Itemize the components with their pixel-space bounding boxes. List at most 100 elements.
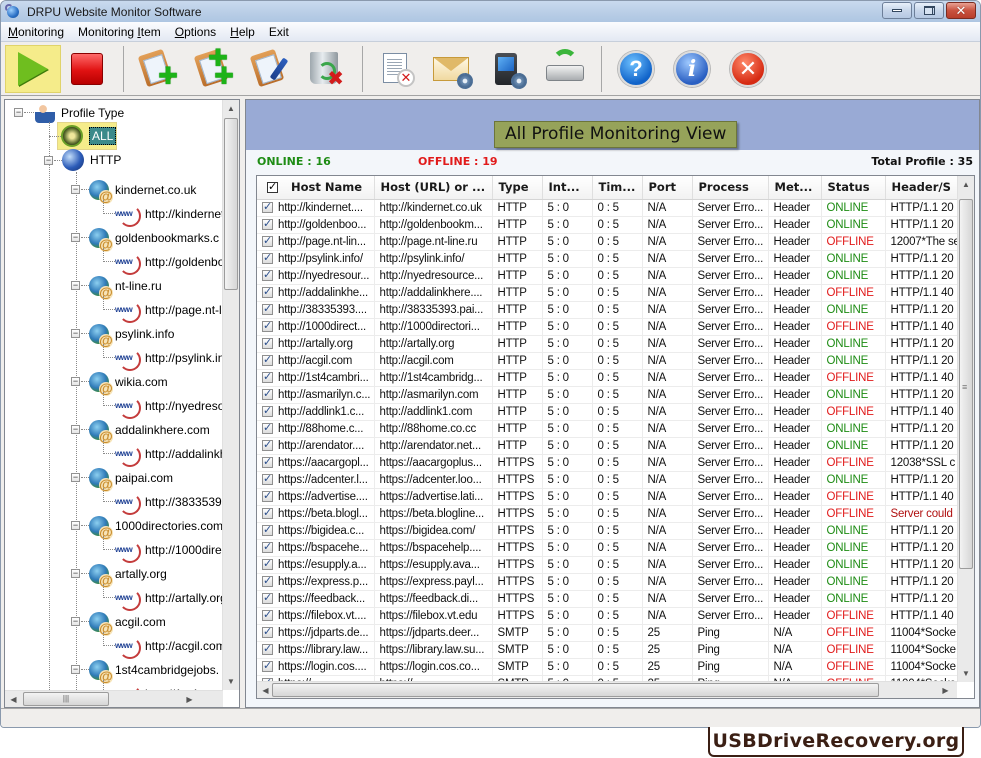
table-row[interactable]: https://bspacehe... https://bspacehelp...… (257, 539, 957, 557)
mobile-settings-button[interactable] (483, 45, 535, 93)
tree-node-url[interactable]: http://addalinkhere (115, 444, 223, 467)
scroll-up-icon[interactable]: ▲ (958, 176, 974, 193)
table-row[interactable]: https://adcenter.l... https://adcenter.lo… (257, 471, 957, 489)
table-row[interactable]: https://login.cos.... https://login.cos.c… (257, 658, 957, 676)
table-row[interactable]: https://feedback... https://feedback.di..… (257, 590, 957, 608)
column-header[interactable]: Host (URL) or ... (374, 176, 493, 200)
scroll-down-icon[interactable]: ▼ (958, 665, 974, 682)
table-row[interactable]: https://advertise.... https://advertise.l… (257, 488, 957, 506)
tree-node-url[interactable]: http://nyedresource (115, 396, 223, 419)
about-button[interactable]: i (666, 45, 718, 93)
minimize-button[interactable] (882, 2, 912, 19)
column-header[interactable]: Header/S (885, 176, 957, 200)
table-row[interactable]: http://asmarilyn.c... http://asmarilyn.co… (257, 386, 957, 404)
tree-node-host[interactable]: acgil.com (89, 612, 166, 636)
tree-node-host[interactable]: 1st4cambridgejobs. (89, 660, 219, 684)
menu-exit[interactable]: Exit (262, 25, 296, 39)
row-checkbox[interactable] (262, 251, 273, 264)
exit-button[interactable]: ✕ (722, 45, 774, 93)
table-row[interactable]: http://1st4cambri... http://1st4cambridg.… (257, 369, 957, 387)
scroll-thumb[interactable] (272, 683, 879, 697)
table-row[interactable]: https://library.law... https://library.la… (257, 641, 957, 659)
table-row[interactable]: http://addlink1.c... http://addlink1.com H… (257, 403, 957, 421)
table-row[interactable]: http://88home.c... http://88home.co.cc HTT… (257, 420, 957, 438)
row-checkbox[interactable] (262, 489, 273, 502)
edit-profile-button[interactable] (244, 45, 296, 93)
table-row[interactable]: https://aacargopl... https://aacargoplus.… (257, 454, 957, 472)
table-row[interactable]: https://express.p... https://express.payl… (257, 573, 957, 591)
row-checkbox[interactable] (262, 591, 273, 604)
collapse-toggle[interactable]: − (71, 425, 80, 434)
add-profile-button[interactable]: ✚ (132, 45, 184, 93)
tree-node-host[interactable]: psylink.info (89, 324, 174, 348)
row-checkbox[interactable] (262, 642, 273, 655)
column-header[interactable]: Status (821, 176, 886, 200)
tree-node-http[interactable]: HTTP (62, 149, 121, 171)
tree-node-host[interactable]: nt-line.ru (89, 276, 162, 300)
collapse-toggle[interactable]: − (71, 185, 80, 194)
tree-node-host[interactable]: artally.org (89, 564, 167, 588)
collapse-toggle[interactable]: − (71, 233, 80, 242)
scroll-thumb[interactable] (224, 118, 238, 290)
table-row[interactable]: http://1000direct... http://1000directori… (257, 318, 957, 336)
tree-node-url[interactable]: http://goldenbookmarks (115, 252, 223, 275)
row-checkbox[interactable] (262, 625, 273, 638)
table-row[interactable]: http://addalinkhe... http://addalinkhere.… (257, 284, 957, 302)
email-settings-button[interactable] (427, 45, 479, 93)
tree-node-all[interactable]: ALL (61, 125, 117, 147)
tree-node-url[interactable]: http://artally.org (115, 588, 223, 611)
start-monitoring-button[interactable] (5, 44, 61, 93)
tree-node-url[interactable]: http://38335393 (115, 492, 223, 515)
row-checkbox[interactable] (262, 217, 273, 230)
tree-node-host[interactable]: kindernet.co.uk (89, 180, 196, 204)
table-row[interactable]: http://kindernet.... http://kindernet.co.… (257, 199, 957, 217)
row-checkbox[interactable] (262, 659, 273, 672)
column-header[interactable]: Tim... (592, 176, 643, 200)
row-checkbox[interactable] (262, 302, 273, 315)
tree-node-url[interactable]: http://psylink.info/ (115, 348, 223, 371)
column-header[interactable]: Met... (768, 176, 822, 200)
help-button[interactable]: ? (610, 45, 662, 93)
row-checkbox[interactable] (262, 455, 273, 468)
column-header[interactable]: Int... (542, 176, 593, 200)
collapse-toggle[interactable]: − (71, 473, 80, 482)
collapse-toggle[interactable]: − (71, 521, 80, 530)
scroll-right-icon[interactable]: ▶ (181, 691, 198, 708)
collapse-toggle[interactable]: − (71, 617, 80, 626)
scroll-thumb[interactable]: ≡ (959, 199, 973, 569)
scroll-up-icon[interactable]: ▲ (223, 100, 239, 117)
tree-node-url[interactable]: http://kindernet.co.uk (115, 204, 223, 227)
clear-log-button[interactable]: ✕ (371, 45, 423, 93)
scroll-right-icon[interactable]: ▶ (937, 682, 954, 698)
row-checkbox[interactable] (262, 370, 273, 383)
row-checkbox[interactable] (262, 234, 273, 247)
collapse-toggle[interactable]: − (71, 329, 80, 338)
tree-node-host[interactable]: 1000directories.com (89, 516, 223, 540)
row-checkbox[interactable] (262, 438, 273, 451)
row-checkbox[interactable] (262, 540, 273, 553)
tree-node-url[interactable]: http://acgil.com (115, 636, 223, 659)
tree-node-host[interactable]: addalinkhere.com (89, 420, 210, 444)
row-checkbox[interactable] (262, 336, 273, 349)
select-all-checkbox[interactable] (267, 180, 278, 194)
tree-node-host[interactable]: paipai.com (89, 468, 173, 492)
collapse-toggle[interactable]: − (71, 569, 80, 578)
scroll-down-icon[interactable]: ▼ (223, 673, 239, 690)
close-button[interactable]: ✕ (946, 2, 976, 19)
collapse-toggle[interactable]: − (71, 377, 80, 386)
table-vertical-scrollbar[interactable]: ▲ ≡ ▼ (957, 176, 974, 682)
column-header[interactable]: Host Name (257, 176, 375, 200)
row-checkbox[interactable] (262, 319, 273, 332)
row-checkbox[interactable] (262, 421, 273, 434)
row-checkbox[interactable] (262, 472, 273, 485)
backup-restore-button[interactable] (539, 45, 591, 93)
delete-profile-button[interactable]: ✖ (300, 45, 352, 93)
collapse-toggle[interactable]: − (44, 156, 53, 165)
row-checkbox[interactable] (262, 285, 273, 298)
add-multiple-profiles-button[interactable]: ✚ ✚ (188, 45, 240, 93)
table-row[interactable]: http://arendator.... http://arendator.net… (257, 437, 957, 455)
collapse-toggle[interactable]: − (71, 281, 80, 290)
restore-button[interactable] (914, 2, 944, 19)
table-row[interactable]: http://artally.org http://artally.org HTTP… (257, 335, 957, 353)
tree-node-url[interactable]: http://1000directories (115, 540, 223, 563)
